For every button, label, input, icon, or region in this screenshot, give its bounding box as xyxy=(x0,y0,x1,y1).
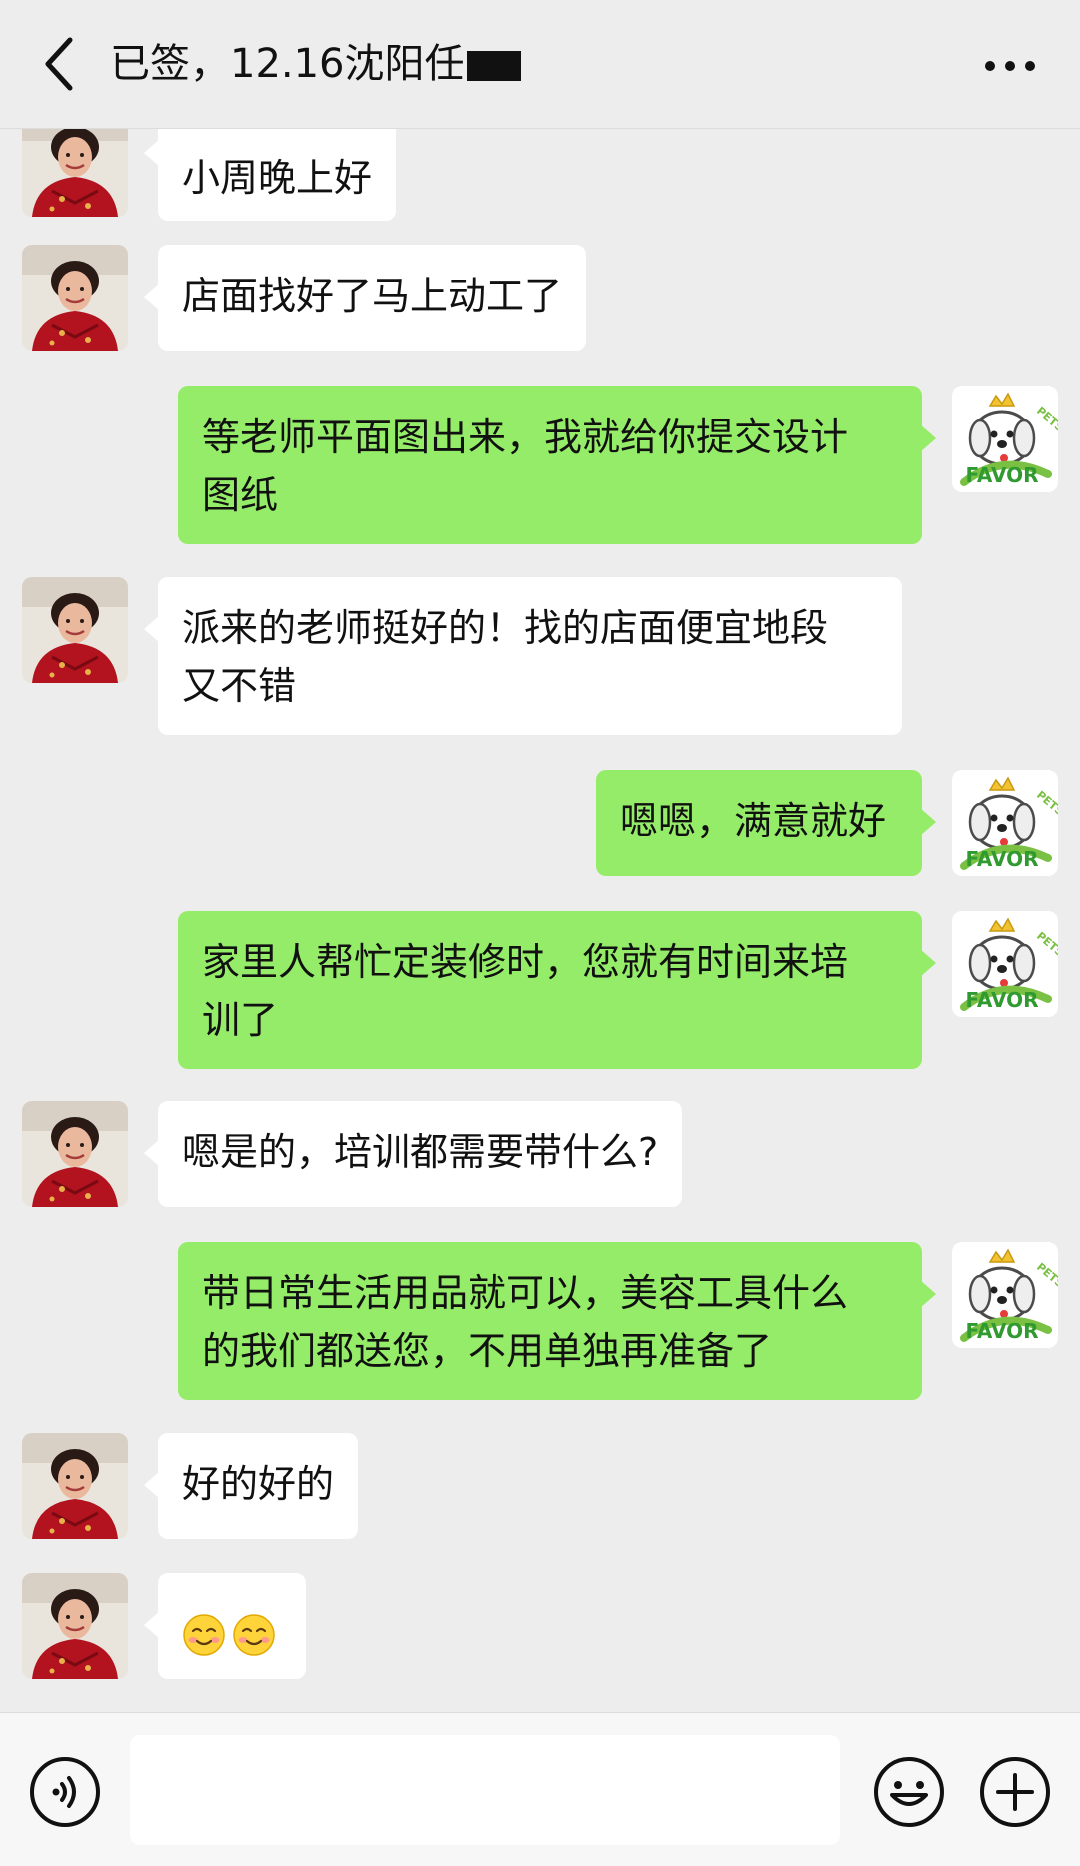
plus-circle-icon[interactable] xyxy=(978,1755,1052,1829)
message-text: 店面找好了马上动工了 xyxy=(182,274,563,318)
contact-avatar[interactable] xyxy=(22,577,128,683)
my-avatar[interactable] xyxy=(952,386,1058,492)
message-bubble[interactable]: 等老师平面图出来，我就给你提交设计 图纸 xyxy=(178,386,936,544)
contact-avatar[interactable] xyxy=(22,129,128,217)
my-avatar[interactable] xyxy=(952,911,1058,1017)
message-bubble[interactable]: 家里人帮忙定装修时，您就有时间来培 训了 xyxy=(178,911,936,1069)
chat-screen: 已签，12.16沈阳任 小周晚上好 店面找好了马上动工了 等老师平面图出来，我就… xyxy=(0,0,1080,1866)
my-avatar[interactable] xyxy=(952,1242,1058,1348)
message-text-line: 又不错 xyxy=(182,664,297,708)
message-text-line: 家里人帮忙定装修时，您就有时间来培 xyxy=(202,940,849,984)
message-bubble[interactable]: 店面找好了马上动工了 xyxy=(143,245,587,351)
message-text-line: 带日常生活用品就可以，美容工具什么 xyxy=(202,1271,849,1315)
smiling-face-emoji xyxy=(232,1613,276,1657)
contact-avatar[interactable] xyxy=(22,245,128,351)
chevron-left-icon[interactable] xyxy=(28,28,92,100)
more-dots-icon[interactable] xyxy=(980,46,1040,86)
chat-title-text: 已签，12.16沈阳任 xyxy=(110,41,465,87)
message-text: 嗯是的，培训都需要带什么? xyxy=(182,1130,659,1174)
smiling-face-emoji xyxy=(182,1613,226,1657)
message-text: 好的好的 xyxy=(182,1462,335,1506)
contact-avatar[interactable] xyxy=(22,1573,128,1679)
redaction-block xyxy=(466,51,521,81)
message-text: 嗯嗯，满意就好 xyxy=(620,799,887,843)
message-input[interactable] xyxy=(130,1735,840,1845)
message-text-line: 的我们都送您，不用单独再准备了 xyxy=(202,1329,773,1373)
voice-icon[interactable] xyxy=(28,1755,102,1829)
input-bar xyxy=(0,1712,1080,1866)
contact-avatar[interactable] xyxy=(22,1433,128,1539)
message-text-line: 等老师平面图出来，我就给你提交设计 xyxy=(202,415,849,459)
message-text: 小周晚上好 xyxy=(182,156,373,200)
message-bubble[interactable]: 嗯是的，培训都需要带什么? xyxy=(143,1101,683,1207)
chat-header: 已签，12.16沈阳任 xyxy=(0,0,1080,129)
message-text-line: 图纸 xyxy=(202,473,279,517)
message-bubble[interactable]: 小周晚上好 xyxy=(143,129,397,221)
contact-avatar[interactable] xyxy=(22,1101,128,1207)
my-avatar[interactable] xyxy=(952,770,1058,876)
message-text-line: 训了 xyxy=(202,998,279,1042)
message-bubble[interactable]: 派来的老师挺好的！找的店面便宜地段 又不错 xyxy=(144,577,902,735)
message-bubble[interactable] xyxy=(144,1573,306,1679)
message-list[interactable]: 小周晚上好 店面找好了马上动工了 等老师平面图出来，我就给你提交设计 图纸 派来… xyxy=(0,129,1080,1712)
emoji-face-icon[interactable] xyxy=(872,1755,946,1829)
message-bubble[interactable]: 嗯嗯，满意就好 xyxy=(596,770,936,876)
message-bubble[interactable]: 带日常生活用品就可以，美容工具什么 的我们都送您，不用单独再准备了 xyxy=(178,1242,936,1400)
message-bubble[interactable]: 好的好的 xyxy=(143,1433,359,1539)
chat-title: 已签，12.16沈阳任 xyxy=(110,36,521,92)
message-text-line: 派来的老师挺好的！找的店面便宜地段 xyxy=(182,606,829,650)
